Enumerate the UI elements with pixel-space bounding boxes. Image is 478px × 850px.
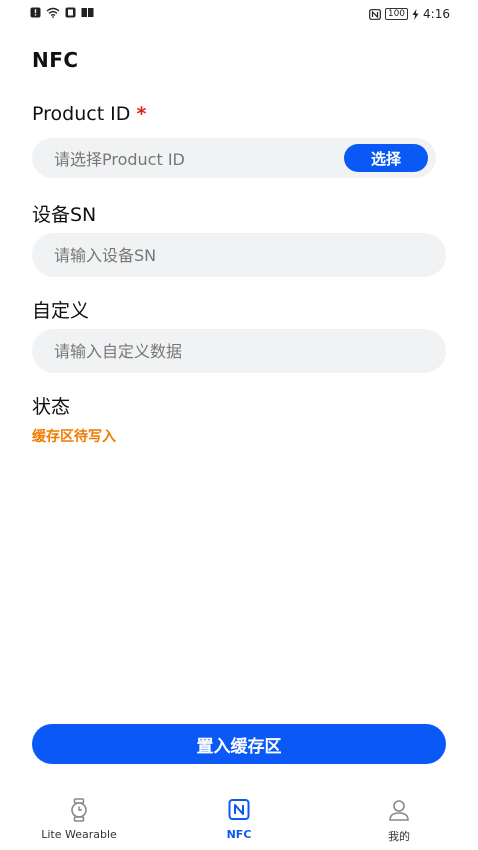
nfc-icon xyxy=(228,799,250,820)
status-bar-right: 100 4:16 xyxy=(368,7,450,21)
product-id-select[interactable]: 请选择Product ID 选择 xyxy=(32,138,436,178)
sim-icon xyxy=(65,7,76,18)
custom-data-label: 自定义 xyxy=(32,300,90,322)
notification-icon xyxy=(30,7,41,18)
watch-icon xyxy=(71,798,87,822)
tab-nfc[interactable]: NFC xyxy=(179,792,299,841)
device-sn-input[interactable] xyxy=(32,233,446,277)
tab-mine[interactable]: 我的 xyxy=(339,792,459,844)
product-id-label: Product ID * xyxy=(32,103,146,125)
device-sn-label: 设备SN xyxy=(32,204,97,226)
status-label: 状态 xyxy=(32,396,71,418)
status-bar-left xyxy=(30,7,94,18)
tab-lite-wearable-label: Lite Wearable xyxy=(41,828,117,841)
charging-icon xyxy=(412,8,419,20)
nfc-status-icon xyxy=(368,8,381,20)
tab-nfc-label: NFC xyxy=(226,828,252,841)
page-title: NFC xyxy=(32,48,79,72)
status-bar: 100 4:16 xyxy=(0,0,478,30)
bottom-tab-bar: Lite Wearable NFC 我的 xyxy=(0,792,478,850)
select-product-id-button[interactable]: 选择 xyxy=(344,144,428,172)
status-value: 缓存区待写入 xyxy=(32,429,116,445)
status-time: 4:16 xyxy=(423,7,450,21)
custom-data-input[interactable] xyxy=(32,329,446,373)
wifi-icon xyxy=(46,7,60,18)
put-into-cache-button[interactable]: 置入缓存区 xyxy=(32,724,446,764)
battery-indicator: 100 xyxy=(384,8,409,20)
product-id-label-text: Product ID xyxy=(32,103,131,125)
tab-mine-label: 我的 xyxy=(388,830,410,843)
person-icon xyxy=(389,800,409,821)
book-icon xyxy=(81,8,94,17)
tab-lite-wearable[interactable]: Lite Wearable xyxy=(19,792,139,841)
product-id-placeholder: 请选择Product ID xyxy=(54,150,185,169)
required-mark: * xyxy=(136,103,147,125)
